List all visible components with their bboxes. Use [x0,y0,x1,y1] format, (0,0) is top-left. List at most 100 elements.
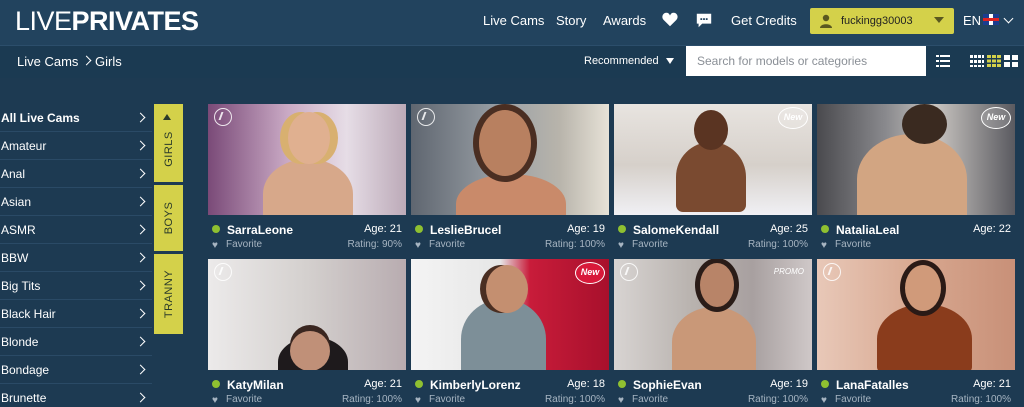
model-thumbnail[interactable]: New [614,104,812,215]
chevron-down-icon[interactable] [666,58,674,64]
heart-icon[interactable]: ♥ [212,241,218,251]
language-selector[interactable]: EN [963,13,981,28]
grid-small-icon[interactable] [970,55,984,67]
model-thumbnail[interactable] [208,259,406,370]
model-info: KatyMilan Age: 21 ♥ Favorite Rating: 100… [208,370,406,407]
model-age: Age: 19 [567,223,605,235]
chevron-down-icon[interactable] [1003,13,1014,24]
heart-icon[interactable]: ♥ [415,396,421,406]
chevron-right-icon [135,252,146,263]
new-badge: New [981,107,1011,129]
get-credits-link[interactable]: Get Credits [731,13,797,28]
nav-live-cams[interactable]: Live Cams [483,13,544,28]
model-rating: Rating: 100% [544,239,605,250]
model-thumbnail[interactable]: New [411,259,609,370]
user-menu-button[interactable]: fuckingg30003 [810,8,954,34]
model-name[interactable]: LanaFatalles [836,378,909,392]
favorite-button[interactable]: Favorite [632,239,668,250]
heart-icon[interactable]: ♥ [618,396,624,406]
heart-icon[interactable]: ♥ [415,241,421,251]
model-age: Age: 25 [770,223,808,235]
model-info: KimberlyLorenz Age: 18 ♥ Favorite Rating… [411,370,609,407]
model-card[interactable]: New NataliaLeal Age: 22 ♥ Favorite [817,104,1015,257]
nav-awards[interactable]: Awards [603,13,646,28]
model-age: Age: 19 [770,378,808,390]
heart-icon[interactable]: ♥ [821,396,827,406]
model-name[interactable]: NataliaLeal [836,223,899,237]
search-input[interactable] [686,46,926,76]
sort-dropdown[interactable]: Recommended [584,55,659,67]
model-thumbnail[interactable] [817,259,1015,370]
favorite-button[interactable]: Favorite [429,239,465,250]
model-name[interactable]: SophieEvan [633,378,702,392]
model-info: NataliaLeal Age: 22 ♥ Favorite [817,215,1015,257]
model-thumbnail[interactable]: New [817,104,1015,215]
model-card[interactable]: New KimberlyLorenz Age: 18 ♥ Favorite Ra… [411,259,609,407]
caret-icon [163,114,171,120]
online-status-icon [821,225,829,233]
sidebar-item-blonde[interactable]: Blonde [0,328,152,356]
sidebar-item-label: Big Tits [1,279,41,293]
sidebar-item-asian[interactable]: Asian [0,188,152,216]
model-name[interactable]: LeslieBrucel [430,223,501,237]
chevron-right-icon [135,168,146,179]
model-rating: Rating: 100% [341,394,402,405]
model-age: Age: 21 [973,378,1011,390]
model-card[interactable]: New SalomeKendall Age: 25 ♥ Favorite Rat… [614,104,812,257]
heart-icon[interactable] [661,11,679,29]
sidebar-item-bondage[interactable]: Bondage [0,356,152,384]
grid-large-icon[interactable] [1004,55,1018,67]
new-badge: New [778,107,808,129]
sidebar-item-all-live-cams[interactable]: All Live Cams [0,104,152,132]
model-name[interactable]: SalomeKendall [633,223,719,237]
model-name[interactable]: KatyMilan [227,378,284,392]
model-card[interactable]: KatyMilan Age: 21 ♥ Favorite Rating: 100… [208,259,406,407]
tab-girls[interactable]: GIRLS [154,104,183,182]
model-rating: Rating: 90% [347,239,402,250]
chat-icon[interactable] [695,11,713,29]
model-card[interactable]: SarraLeone Age: 21 ♥ Favorite Rating: 90… [208,104,406,257]
breadcrumb-girls: Girls [95,54,122,69]
sidebar-item-brunette[interactable]: Brunette [0,384,152,407]
new-badge: New [575,262,605,284]
model-card[interactable]: PROMO SophieEvan Age: 19 ♥ Favorite Rati… [614,259,812,407]
breadcrumb-live-cams[interactable]: Live Cams [17,54,78,69]
model-info: SalomeKendall Age: 25 ♥ Favorite Rating:… [614,215,812,257]
sidebar-item-big-tits[interactable]: Big Tits [0,272,152,300]
grid-medium-icon[interactable] [987,55,1001,67]
model-thumbnail[interactable]: PROMO [614,259,812,370]
nav-story[interactable]: Story [556,13,586,28]
sidebar-item-amateur[interactable]: Amateur [0,132,152,160]
model-name[interactable]: KimberlyLorenz [430,378,521,392]
sidebar-item-asmr[interactable]: ASMR [0,216,152,244]
favorite-button[interactable]: Favorite [226,394,262,405]
sidebar-item-black-hair[interactable]: Black Hair [0,300,152,328]
heart-icon[interactable]: ♥ [618,241,624,251]
tab-tranny[interactable]: TRANNY [154,254,183,334]
promo-badge: PROMO [773,267,804,276]
heart-icon[interactable]: ♥ [821,241,827,251]
heart-icon[interactable]: ♥ [212,396,218,406]
favorite-button[interactable]: Favorite [835,394,871,405]
favorite-button[interactable]: Favorite [835,239,871,250]
list-view-icon[interactable] [936,55,950,67]
favorite-button[interactable]: Favorite [429,394,465,405]
model-rating: Rating: 100% [747,394,808,405]
sidebar-item-bbw[interactable]: BBW [0,244,152,272]
sidebar-item-anal[interactable]: Anal [0,160,152,188]
model-card[interactable]: LeslieBrucel Age: 19 ♥ Favorite Rating: … [411,104,609,257]
model-thumbnail[interactable] [411,104,609,215]
uk-flag-icon [983,14,999,25]
model-thumbnail[interactable] [208,104,406,215]
tab-boys[interactable]: BOYS [154,185,183,251]
tab-label: TRANNY [162,269,175,319]
model-name[interactable]: SarraLeone [227,223,293,237]
sidebar-item-label: All Live Cams [1,111,80,125]
favorite-button[interactable]: Favorite [632,394,668,405]
hd-icon [823,263,841,281]
model-card[interactable]: LanaFatalles Age: 21 ♥ Favorite Rating: … [817,259,1015,407]
favorite-button[interactable]: Favorite [226,239,262,250]
model-info: LanaFatalles Age: 21 ♥ Favorite Rating: … [817,370,1015,407]
site-logo[interactable]: LIVEPRIVATES [15,6,199,37]
sidebar-item-label: Amateur [1,139,47,153]
